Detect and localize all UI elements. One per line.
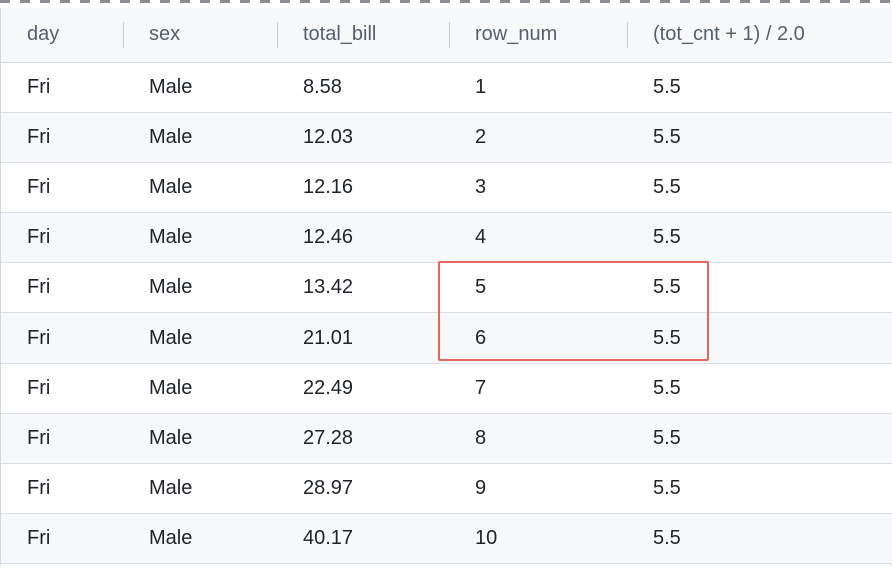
cell-row-num: 9 <box>475 477 487 500</box>
cell-row-num: 10 <box>475 527 498 550</box>
table-row[interactable]: Fri Male 12.03 2 5.5 <box>1 112 892 163</box>
cell-sex: Male <box>149 125 193 148</box>
cell-sex: Male <box>149 527 193 550</box>
cell-total-bill: 13.42 <box>303 276 354 299</box>
top-dashed-border <box>0 0 892 4</box>
cell-median-position: 5.5 <box>653 426 681 449</box>
table-header-row: day sex total_bill row_num (tot_cnt + 1)… <box>1 8 892 62</box>
results-table-container: day sex total_bill row_num (tot_cnt + 1)… <box>0 8 892 566</box>
cell-row-num: 8 <box>475 426 487 449</box>
table-row[interactable]: Fri Male 22.49 7 5.5 <box>1 363 892 414</box>
cell-day: Fri <box>27 527 51 550</box>
cell-total-bill: 21.01 <box>303 326 354 349</box>
cell-day: Fri <box>27 226 51 249</box>
cell-day: Fri <box>27 477 51 500</box>
cell-day: Fri <box>27 125 51 148</box>
cell-median-position: 5.5 <box>653 75 681 98</box>
cell-median-position: 5.5 <box>653 175 681 198</box>
cell-row-num: 1 <box>475 75 487 98</box>
cell-row-num: 3 <box>475 175 487 198</box>
cell-day: Fri <box>27 426 51 449</box>
cell-total-bill: 8.58 <box>303 75 342 98</box>
column-header-label: (tot_cnt + 1) / 2.0 <box>653 23 805 46</box>
column-header-label: day <box>27 23 60 46</box>
results-table: day sex total_bill row_num (tot_cnt + 1)… <box>1 8 892 564</box>
cell-total-bill: 12.03 <box>303 125 354 148</box>
cell-day: Fri <box>27 75 51 98</box>
cell-sex: Male <box>149 175 193 198</box>
cell-sex: Male <box>149 477 193 500</box>
cell-day: Fri <box>27 276 51 299</box>
cell-row-num: 6 <box>475 326 487 349</box>
cell-median-position: 5.5 <box>653 527 681 550</box>
cell-total-bill: 28.97 <box>303 477 354 500</box>
column-header-row-num[interactable]: row_num <box>449 8 627 62</box>
column-separator <box>449 22 450 48</box>
table-row[interactable]: Fri Male 28.97 9 5.5 <box>1 463 892 514</box>
cell-sex: Male <box>149 226 193 249</box>
table-row[interactable]: Fri Male 12.16 3 5.5 <box>1 162 892 213</box>
column-separator <box>123 22 124 48</box>
cell-total-bill: 12.46 <box>303 226 354 249</box>
table-row[interactable]: Fri Male 40.17 10 5.5 <box>1 513 892 564</box>
cell-median-position: 5.5 <box>653 276 681 299</box>
cell-sex: Male <box>149 326 193 349</box>
cell-row-num: 5 <box>475 276 487 299</box>
cell-row-num: 7 <box>475 376 487 399</box>
cell-sex: Male <box>149 75 193 98</box>
column-header-median-position[interactable]: (tot_cnt + 1) / 2.0 <box>627 8 892 62</box>
table-row[interactable]: Fri Male 8.58 1 5.5 <box>1 62 892 113</box>
table-row[interactable]: Fri Male 27.28 8 5.5 <box>1 413 892 464</box>
column-header-label: total_bill <box>303 23 377 46</box>
table-row[interactable]: Fri Male 12.46 4 5.5 <box>1 212 892 263</box>
cell-sex: Male <box>149 376 193 399</box>
cell-row-num: 4 <box>475 226 487 249</box>
cell-median-position: 5.5 <box>653 326 681 349</box>
cell-total-bill: 22.49 <box>303 376 354 399</box>
cell-median-position: 5.5 <box>653 125 681 148</box>
cell-median-position: 5.5 <box>653 376 681 399</box>
column-header-label: sex <box>149 23 181 46</box>
cell-day: Fri <box>27 376 51 399</box>
column-header-sex[interactable]: sex <box>123 8 277 62</box>
column-header-day[interactable]: day <box>1 8 123 62</box>
cell-total-bill: 12.16 <box>303 175 354 198</box>
cell-sex: Male <box>149 276 193 299</box>
cell-day: Fri <box>27 326 51 349</box>
cell-total-bill: 27.28 <box>303 426 354 449</box>
table-row[interactable]: Fri Male 21.01 6 5.5 <box>1 312 892 364</box>
cell-day: Fri <box>27 175 51 198</box>
column-header-total-bill[interactable]: total_bill <box>277 8 449 62</box>
cell-sex: Male <box>149 426 193 449</box>
column-header-label: row_num <box>475 23 558 46</box>
cell-median-position: 5.5 <box>653 477 681 500</box>
column-separator <box>277 22 278 48</box>
column-separator <box>627 22 628 48</box>
cell-median-position: 5.5 <box>653 226 681 249</box>
cell-row-num: 2 <box>475 125 487 148</box>
table-row[interactable]: Fri Male 13.42 5 5.5 <box>1 262 892 313</box>
cell-total-bill: 40.17 <box>303 527 354 550</box>
